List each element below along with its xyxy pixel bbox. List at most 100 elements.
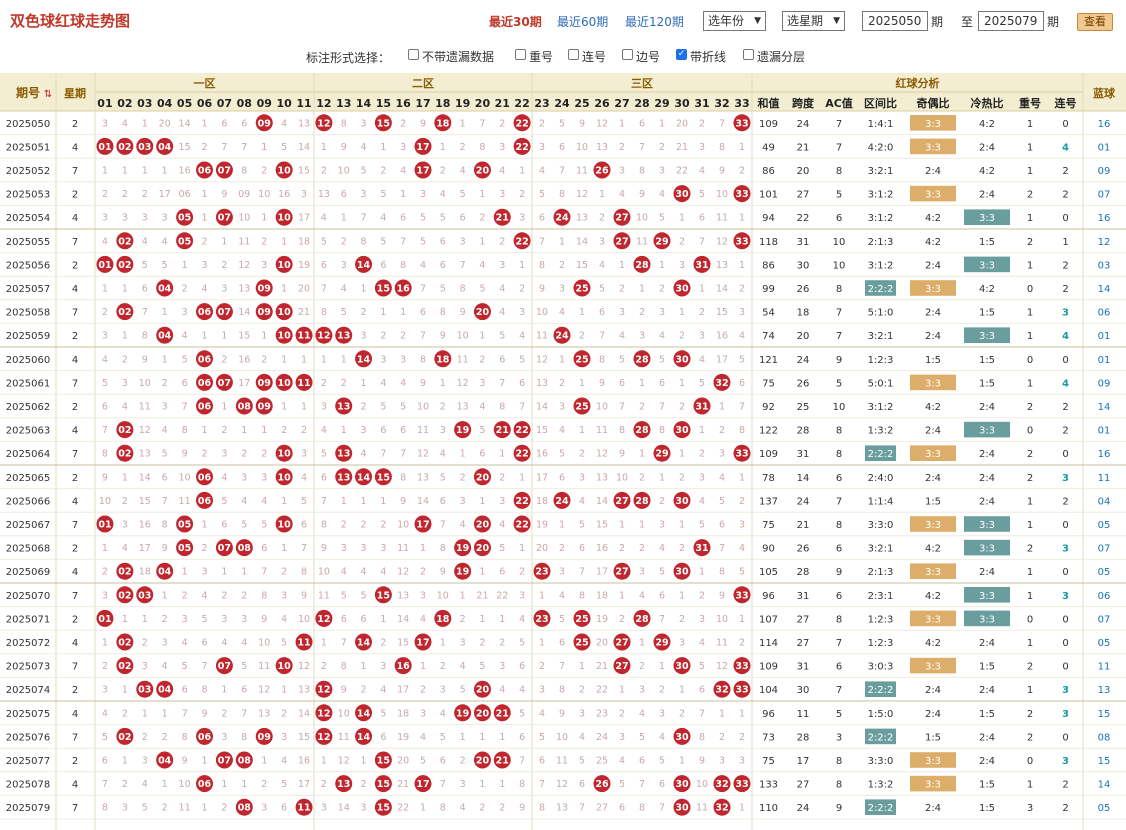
red-ball-number: 01 [98, 142, 111, 153]
red-ball-number: 26 [595, 166, 609, 177]
omission-cell: 8 [699, 732, 705, 743]
stat-cell-zone: 3:0:3 [868, 662, 894, 673]
omission-cell: 10 [417, 402, 429, 413]
trend-table-canvas: 期号 ⇅ 星期一区 二区 三区 红球分析蓝球01 02 03 04 05 06 07 08 09 10 11 1… [0, 73, 1126, 830]
omission-cell: 9 [440, 331, 446, 342]
omission-cell: 4 [281, 614, 287, 625]
issue-cell: 2025050 [6, 119, 51, 130]
issue-cell: 2025062 [6, 402, 51, 413]
from-issue-input[interactable]: 2025050 [862, 11, 928, 31]
red-ball-number: 02 [118, 142, 131, 153]
to-issue-input[interactable]: 2025079 [978, 11, 1044, 31]
omission-cell: 6 [162, 472, 168, 483]
stat-cell-span: 27 [797, 638, 810, 649]
omission-cell: 2 [479, 803, 485, 814]
omission-cell: 9 [539, 284, 545, 295]
option-label-consecutive: 连号 [582, 50, 607, 64]
week-cell: 2 [72, 756, 78, 767]
omission-cell: 11 [139, 402, 151, 413]
omission-cell: 2 [321, 378, 327, 389]
page-title: 双色球红球走势图 [10, 12, 131, 30]
range-link-120[interactable]: 最近120期 [625, 13, 684, 30]
omission-cell: 5 [499, 543, 505, 554]
stat-cell-rep: 1 [1027, 142, 1033, 153]
omission-cell: 2 [221, 425, 227, 436]
omission-cell: 7 [182, 708, 188, 719]
omission-cell: 4 [499, 520, 505, 531]
week-cell: 2 [72, 190, 78, 201]
stat-cell-rep: 2 [1027, 402, 1033, 413]
checkbox-omission-layer[interactable] [743, 49, 754, 60]
omission-cell: 1 [639, 520, 645, 531]
omission-cell: 3 [301, 189, 307, 200]
stat-cell-rep: 2 [1027, 473, 1033, 484]
omission-cell: 3 [599, 236, 605, 247]
stat-cell-ch: 2:4 [979, 449, 995, 460]
omission-cell: 4 [182, 331, 188, 342]
stat-cell-span: 26 [797, 544, 810, 555]
year-select[interactable]: 选年份 ▼ [703, 11, 766, 31]
omission-cell: 1 [261, 425, 267, 436]
week-select[interactable]: 选星期 ▼ [782, 11, 845, 31]
omission-cell: 1 [559, 520, 565, 531]
omission-cell: 2 [162, 378, 168, 389]
omission-cell: 5 [440, 732, 446, 743]
omission-cell: 3 [122, 213, 128, 224]
omission-cell: 4 [479, 402, 485, 413]
omission-cell: 8 [321, 520, 327, 531]
red-ball-number: 11 [297, 378, 310, 389]
omission-cell: 18 [139, 567, 151, 578]
stat-cell-rep: 0 [1027, 355, 1033, 366]
query-button[interactable]: 查看 [1077, 13, 1113, 31]
checkbox-edge[interactable] [622, 49, 633, 60]
col-header-number: 25 [574, 97, 589, 110]
issue-cell: 2025061 [6, 378, 51, 389]
red-ball-number: 11 [297, 331, 310, 342]
omission-cell: 3 [519, 307, 525, 318]
red-ball-number: 33 [735, 236, 748, 247]
omission-cell: 1 [420, 803, 426, 814]
stat-cell-sum: 75 [762, 756, 775, 767]
omission-cell: 3 [102, 590, 108, 601]
omission-cell: 5 [380, 402, 386, 413]
omission-cell: 3 [499, 142, 505, 153]
sort-icon[interactable]: ⇅ [44, 89, 52, 100]
omission-cell: 1 [162, 354, 168, 365]
stat-cell-ch: 2:4 [979, 567, 995, 578]
omission-cell: 8 [599, 354, 605, 365]
red-ball-number: 08 [238, 543, 252, 554]
omission-cell: 3 [639, 331, 645, 342]
range-link-30[interactable]: 最近30期 [489, 13, 542, 30]
omission-cell: 6 [559, 472, 565, 483]
omission-cell: 1 [341, 425, 347, 436]
ch-cell: 3:3 [979, 544, 995, 555]
red-ball-number: 14 [357, 732, 371, 743]
range-link-60[interactable]: 最近60期 [557, 13, 608, 30]
stat-cell-sum: 99 [762, 284, 775, 295]
checkbox-no-omission[interactable] [408, 49, 419, 60]
checkbox-consecutive[interactable] [568, 49, 579, 60]
omission-cell: 3 [281, 732, 287, 743]
blue-ball-cell: 06 [1098, 591, 1111, 602]
omission-cell: 5 [559, 118, 565, 129]
omission-cell: 9 [102, 472, 108, 483]
red-ball-number: 02 [118, 307, 131, 318]
red-ball-number: 01 [98, 520, 111, 531]
omission-cell: 7 [241, 708, 247, 719]
red-ball-number: 06 [198, 378, 212, 389]
omission-cell: 5 [420, 236, 426, 247]
red-ball-number: 32 [715, 378, 728, 389]
omission-cell: 12 [556, 779, 568, 790]
omission-cell: 1 [122, 331, 128, 342]
stat-cell-rep: 1 [1027, 591, 1033, 602]
omission-cell: 11 [397, 543, 409, 554]
stat-cell-zone: 1:3:2 [868, 426, 894, 437]
col-header-stat: 重号 [1019, 96, 1041, 110]
omission-cell: 3 [699, 614, 705, 625]
checkbox-polyline[interactable]: ✓ [676, 49, 687, 60]
col-header-blue: 蓝球 [1093, 86, 1116, 100]
omission-cell: 6 [619, 803, 625, 814]
checkbox-repeat[interactable] [515, 49, 526, 60]
blue-ball-cell: 01 [1098, 142, 1111, 153]
col-header-number: 29 [654, 97, 669, 110]
